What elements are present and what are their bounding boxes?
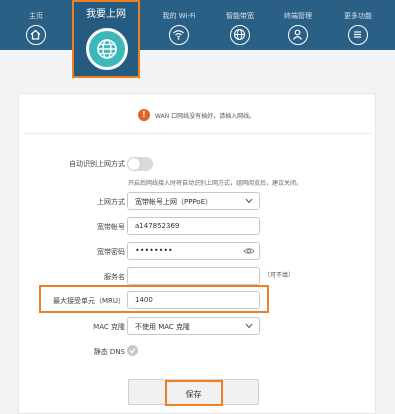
password-input[interactable]: ••••••••	[127, 242, 260, 260]
auto-detect-hint: 开启后网线接入时将自动识别上网方式，组网阅览后，建议关闭。	[128, 180, 303, 187]
account-label: 宽带帐号	[97, 223, 125, 231]
nav-item-label: 更多功能	[344, 12, 372, 20]
menu-icon	[348, 25, 368, 45]
nav-item-smart-bandwidth[interactable]: 智能带宽	[218, 0, 262, 50]
mru-input[interactable]: 1400	[127, 291, 260, 309]
globe-icon	[86, 28, 128, 70]
user-icon	[288, 25, 308, 45]
service-name-input[interactable]	[127, 267, 260, 285]
save-highlight	[165, 380, 223, 406]
mru-label: 最大接受单元（MRU）	[52, 297, 125, 305]
optional-note: （可不填）	[264, 272, 295, 279]
home-icon	[26, 25, 46, 45]
nav-item-more-features[interactable]: 更多功能	[336, 0, 380, 50]
password-value: ••••••••	[135, 246, 173, 255]
static-dns-check[interactable]	[127, 345, 138, 356]
account-input[interactable]: a147852369	[127, 217, 260, 235]
password-label: 宽带密码	[97, 248, 125, 256]
auto-detect-toggle[interactable]	[127, 157, 153, 171]
chevron-down-icon	[245, 323, 253, 329]
warning-text: WAN 口网线没有插好，请插入网线。	[155, 113, 256, 120]
nav-item-home[interactable]: 主页	[14, 0, 58, 50]
warning-icon: !	[138, 109, 150, 121]
nav-item-my-wifi[interactable]: 我的 Wi-Fi	[157, 0, 201, 50]
nav-item-label: 我要上网	[86, 9, 126, 20]
divider	[22, 133, 372, 134]
static-dns-label: 静态 DNS	[93, 348, 125, 356]
mac-clone-value: 不使用 MAC 克隆	[135, 323, 191, 331]
connection-type-label: 上网方式	[97, 198, 125, 206]
chevron-down-icon	[245, 198, 253, 204]
mru-value: 1400	[135, 296, 153, 304]
connection-type-value: 宽带帐号上网（PPPoE）	[135, 198, 213, 206]
bandwidth-globe-icon	[230, 25, 250, 45]
wifi-icon	[169, 25, 189, 45]
eye-icon[interactable]	[243, 246, 255, 256]
nav-item-internet-active[interactable]: 我要上网	[72, 0, 140, 78]
nav-item-label: 智能带宽	[226, 12, 254, 20]
mac-clone-label: MAC 克隆	[93, 323, 125, 331]
nav-item-label: 主页	[29, 12, 43, 20]
service-name-label: 服务名	[104, 273, 125, 281]
account-value: a147852369	[135, 222, 180, 230]
mac-clone-select[interactable]: 不使用 MAC 克隆	[127, 317, 260, 335]
auto-detect-label: 自动识别上网方式	[69, 160, 125, 168]
nav-item-device-management[interactable]: 终端管理	[276, 0, 320, 50]
connection-type-select[interactable]: 宽带帐号上网（PPPoE）	[127, 192, 260, 210]
nav-item-label: 我的 Wi-Fi	[162, 12, 196, 20]
top-nav-bar: 主页 我的 Wi-Fi 智能带宽 终端管理 更多功能	[0, 0, 395, 50]
toggle-knob	[128, 158, 140, 170]
check-icon	[129, 348, 136, 354]
nav-item-label: 终端管理	[284, 12, 312, 20]
